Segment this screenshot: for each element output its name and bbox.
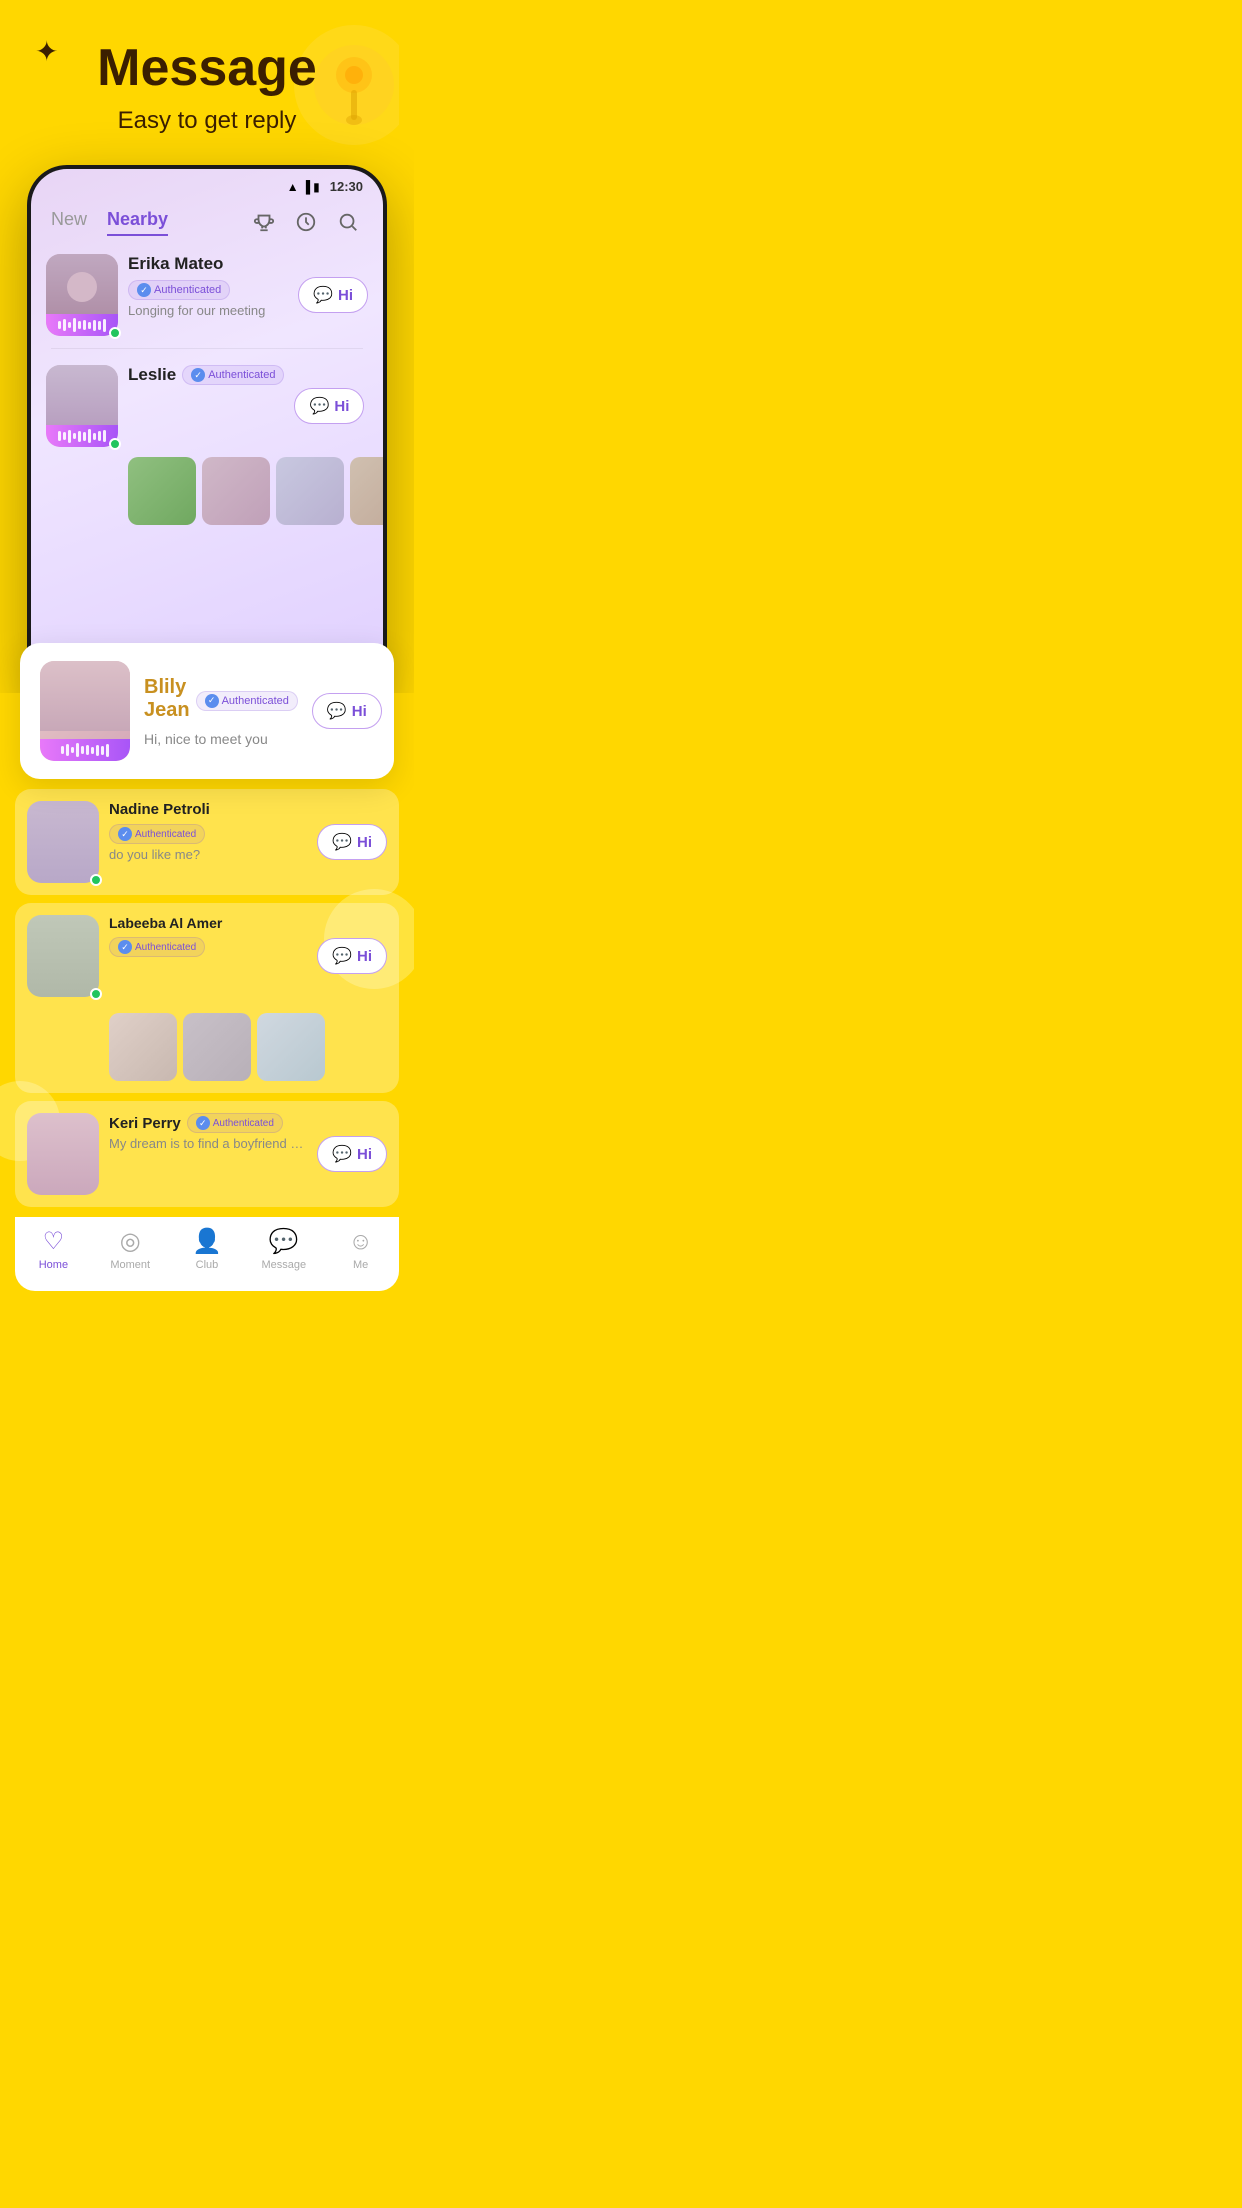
avatar-wrap <box>27 801 99 883</box>
me-icon: ☺ <box>348 1228 373 1256</box>
avatar <box>46 365 118 447</box>
user-info: Erika Mateo ✓ Authenticated Longing for … <box>128 254 288 318</box>
nav-item-me[interactable]: ☺ Me <box>331 1228 391 1271</box>
floating-info: Blily Jean ✓ Authenticated Hi, nice to m… <box>144 676 298 747</box>
photo-thumb[interactable] <box>109 1013 177 1081</box>
hi-button[interactable]: 💬 Hi <box>317 824 387 860</box>
photo-row <box>109 1013 325 1081</box>
user-name: Erika Mateo <box>128 254 223 274</box>
nav-label-message: Message <box>261 1259 306 1271</box>
user-status: do you like me? <box>109 847 307 862</box>
online-indicator <box>90 988 102 1000</box>
user-info: Labeeba Al Amer ✓ Authenticated <box>109 915 307 960</box>
avatar-wrap <box>27 1113 99 1195</box>
hero-title: Message <box>20 40 394 97</box>
tab-nearby[interactable]: Nearby <box>107 209 168 236</box>
bottom-nav: ♡ Home ◎ Moment 👤 Club 💬 Message ☺ Me <box>15 1217 399 1291</box>
user-list: Erika Mateo ✓ Authenticated Longing for … <box>31 242 383 537</box>
auth-badge: ✓ Authenticated <box>109 937 205 957</box>
auth-badge: ✓ Authenticated <box>109 824 205 844</box>
yellow-bottom-section: Nadine Petroli ✓ Authenticated do you li… <box>0 789 414 1311</box>
hero-section: ✦ ✦ Message Easy to get reply ▲ <box>0 0 414 693</box>
app-container: ✦ ✦ Message Easy to get reply ▲ <box>0 0 414 1311</box>
floating-status: Hi, nice to meet you <box>144 731 298 747</box>
club-icon: 👤 <box>192 1227 222 1256</box>
list-item[interactable]: Labeeba Al Amer ✓ Authenticated 💬 Hi <box>15 903 399 1093</box>
avatar <box>27 915 99 997</box>
list-item[interactable]: Keri Perry ✓ Authenticated My dream is t… <box>15 1101 399 1207</box>
nav-item-home[interactable]: ♡ Home <box>23 1227 83 1271</box>
clock-icon-button[interactable] <box>291 207 321 237</box>
hi-button[interactable]: 💬 Hi <box>294 388 364 424</box>
photo-thumb[interactable] <box>257 1013 325 1081</box>
auth-badge: ✓ Authenticated <box>196 691 298 711</box>
user-name: Leslie <box>128 365 176 385</box>
user-status: My dream is to find a boyfriend who l... <box>109 1136 307 1151</box>
tab-new[interactable]: New <box>51 209 87 236</box>
status-bar: ▲ ▐ ▮ 12:30 <box>31 169 383 199</box>
online-indicator <box>90 874 102 886</box>
user-name: Labeeba Al Amer <box>109 915 222 931</box>
hi-button[interactable]: 💬 Hi <box>298 277 368 313</box>
trophy-icon-button[interactable] <box>249 207 279 237</box>
user-info: Leslie ✓ Authenticated <box>128 365 284 388</box>
hero-subtitle: Easy to get reply <box>20 107 394 135</box>
phone-mockup: ▲ ▐ ▮ 12:30 New Nearby <box>27 165 387 693</box>
battery-icon: ▮ <box>313 180 320 194</box>
photo-thumb[interactable] <box>202 457 270 525</box>
hi-button[interactable]: 💬 Hi <box>317 1136 387 1172</box>
user-info: Nadine Petroli ✓ Authenticated do you li… <box>109 801 307 862</box>
nav-label-me: Me <box>353 1259 368 1271</box>
photo-thumb[interactable] <box>350 457 383 525</box>
hi-button[interactable]: 💬 Hi <box>317 938 387 974</box>
avatar-wrap <box>27 915 99 997</box>
home-icon: ♡ <box>43 1227 65 1256</box>
tab-bar: New Nearby <box>31 199 383 242</box>
floating-user-name: Blily Jean <box>144 676 190 722</box>
auth-badge: ✓ Authenticated <box>182 365 284 385</box>
photo-thumb[interactable] <box>183 1013 251 1081</box>
avatar <box>27 801 99 883</box>
floating-avatar <box>40 661 130 761</box>
photo-thumb[interactable] <box>128 457 196 525</box>
online-indicator <box>109 327 121 339</box>
floating-card[interactable]: Blily Jean ✓ Authenticated Hi, nice to m… <box>20 643 394 779</box>
auth-badge: ✓ Authenticated <box>187 1113 283 1133</box>
hi-button-floating[interactable]: 💬 Hi <box>312 693 382 729</box>
avatar <box>27 1113 99 1195</box>
message-icon: 💬 <box>269 1227 299 1256</box>
wifi-icon: ▲ <box>287 180 299 194</box>
auth-badge: ✓ Authenticated <box>128 280 230 300</box>
avatar-wrap <box>46 365 118 447</box>
nav-item-moment[interactable]: ◎ Moment <box>100 1227 160 1271</box>
user-name: Nadine Petroli <box>109 801 210 818</box>
photo-thumb[interactable] <box>276 457 344 525</box>
avatar <box>46 254 118 336</box>
user-status: Longing for our meeting <box>128 303 288 318</box>
user-name: Keri Perry <box>109 1115 181 1132</box>
photo-row <box>128 457 383 525</box>
list-item[interactable]: Leslie ✓ Authenticated 💬 Hi <box>41 349 373 537</box>
nav-label-home: Home <box>39 1259 68 1271</box>
nav-label-moment: Moment <box>110 1259 150 1271</box>
list-item[interactable]: Erika Mateo ✓ Authenticated Longing for … <box>41 242 373 348</box>
nav-label-club: Club <box>196 1259 219 1271</box>
phone-screen: ▲ ▐ ▮ 12:30 New Nearby <box>31 169 383 689</box>
avatar-wrap <box>46 254 118 336</box>
user-info: Keri Perry ✓ Authenticated My dream is t… <box>109 1113 307 1151</box>
list-item[interactable]: Nadine Petroli ✓ Authenticated do you li… <box>15 789 399 895</box>
status-time: 12:30 <box>330 179 363 194</box>
moment-icon: ◎ <box>120 1227 141 1256</box>
signal-icon: ▐ <box>302 180 311 194</box>
online-indicator <box>109 438 121 450</box>
search-icon-button[interactable] <box>333 207 363 237</box>
nav-item-message[interactable]: 💬 Message <box>254 1227 314 1271</box>
nav-item-club[interactable]: 👤 Club <box>177 1227 237 1271</box>
